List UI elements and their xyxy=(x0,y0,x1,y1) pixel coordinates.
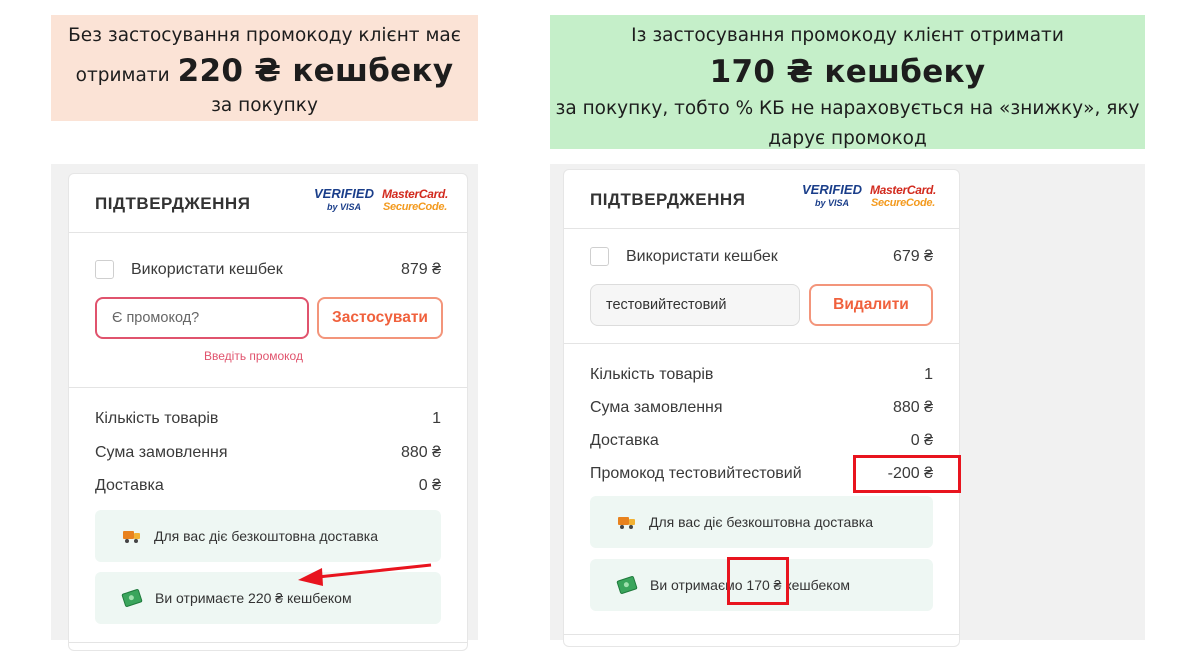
promo-code-value: тестовийтестовий xyxy=(606,297,727,313)
banner-right-amount: 170 ₴ кешбеку xyxy=(709,54,986,90)
summary-value: 1 xyxy=(924,366,933,383)
cashback-notice-text: Ви отримаєте 220 ₴ кешбеком xyxy=(155,590,352,606)
promo-error-message: Введіть промокод xyxy=(204,349,303,363)
banner-left-line3: за покупку xyxy=(211,95,318,116)
banner-right-line4: дарує промокод xyxy=(768,128,927,149)
summary-value: 0 ₴ xyxy=(418,477,441,494)
truck-icon xyxy=(123,529,140,543)
banner-right-line1: Із застосування промокоду клієнт отримат… xyxy=(631,25,1064,46)
use-cashback-checkbox[interactable] xyxy=(590,247,609,266)
free-delivery-text: Для вас діє безкоштовна доставка xyxy=(649,514,873,530)
delete-promo-button[interactable]: Видалити xyxy=(809,284,933,326)
verified-by-visa-logo: VERIFIED by VISA xyxy=(802,182,862,208)
summary-label: Кількість товарів xyxy=(590,366,714,383)
divider xyxy=(564,634,959,635)
card-header: ПІДТВЕРДЖЕННЯ VERIFIED by VISA MasterCar… xyxy=(69,174,467,233)
use-cashback-row: Використати кешбек 879 ₴ xyxy=(95,260,441,279)
use-cashback-label: Використати кешбек xyxy=(131,260,283,278)
truck-icon xyxy=(618,515,635,529)
cashback-balance: 679 ₴ xyxy=(892,247,933,265)
summary-label: Доставка xyxy=(95,477,164,494)
card-title: ПІДТВЕРДЖЕННЯ xyxy=(95,194,251,213)
checkout-screenshot-right: ПІДТВЕРДЖЕННЯ VERIFIED by VISA MasterCar… xyxy=(550,164,1145,647)
summary-row-items: Кількість товарів 1 xyxy=(590,366,933,384)
banner-left-pre-amount: отримати xyxy=(75,65,170,86)
checkout-screenshot-left: ПІДТВЕРДЖЕННЯ VERIFIED by VISA MasterCar… xyxy=(51,164,478,651)
banner-with-promo: Із застосування промокоду клієнт отримат… xyxy=(550,15,1145,149)
highlight-cashback-amount xyxy=(727,557,789,605)
summary-value: 0 ₴ xyxy=(910,432,933,449)
use-cashback-row: Використати кешбек 679 ₴ xyxy=(590,247,933,266)
cashback-suffix: кешбеком xyxy=(785,577,850,593)
promo-code-placeholder: Є промокод? xyxy=(112,310,200,326)
apply-promo-button[interactable]: Застосувати xyxy=(317,297,443,339)
summary-label: Промокод тестовийтестовий xyxy=(590,465,802,482)
use-cashback-checkbox[interactable] xyxy=(95,260,114,279)
use-cashback-label: Використати кешбек xyxy=(626,247,778,265)
free-delivery-text: Для вас діє безкоштовна доставка xyxy=(154,528,378,544)
money-icon xyxy=(121,588,143,608)
summary-row-total: Сума замовлення 880 ₴ xyxy=(590,399,933,417)
divider xyxy=(564,343,959,344)
card-header: ПІДТВЕРДЖЕННЯ VERIFIED by VISA MasterCar… xyxy=(564,170,959,229)
summary-value: 880 ₴ xyxy=(892,399,933,416)
summary-label: Сума замовлення xyxy=(95,444,228,461)
mastercard-securecode-logo: MasterCard. SecureCode. xyxy=(381,187,449,214)
summary-value: 1 xyxy=(432,410,441,427)
card-title: ПІДТВЕРДЖЕННЯ xyxy=(590,190,746,209)
free-delivery-notice: Для вас діє безкоштовна доставка xyxy=(590,496,933,548)
summary-row-items: Кількість товарів 1 xyxy=(95,410,441,428)
banner-left-line2: отримати 220 ₴ кешбеку xyxy=(51,51,478,91)
banner-left-amount: 220 ₴ кешбеку xyxy=(177,53,454,89)
highlight-promo-discount xyxy=(853,455,961,493)
verified-by-visa-logo: VERIFIED by VISA xyxy=(314,186,374,212)
banner-without-promo: Без застосування промокоду клієнт має от… xyxy=(51,15,478,121)
cashback-notice: Ви отримаєте 220 ₴ кешбеком xyxy=(95,572,441,624)
summary-row-delivery: Доставка 0 ₴ xyxy=(95,477,441,495)
summary-label: Сума замовлення xyxy=(590,399,723,416)
summary-row-delivery: Доставка 0 ₴ xyxy=(590,432,933,450)
summary-value: 880 ₴ xyxy=(400,444,441,461)
summary-row-total: Сума замовлення 880 ₴ xyxy=(95,444,441,462)
summary-label: Кількість товарів xyxy=(95,410,219,427)
banner-left-line1: Без застосування промокоду клієнт має xyxy=(68,25,461,46)
free-delivery-notice: Для вас діє безкоштовна доставка xyxy=(95,510,441,562)
summary-label: Доставка xyxy=(590,432,659,449)
promo-code-input[interactable]: Є промокод? xyxy=(95,297,309,339)
confirmation-card: ПІДТВЕРДЖЕННЯ VERIFIED by VISA MasterCar… xyxy=(68,173,468,651)
cashback-balance: 879 ₴ xyxy=(400,260,441,278)
divider xyxy=(69,387,467,388)
banner-right-line3: за покупку, тобто % КБ не нараховується … xyxy=(555,98,1140,119)
money-icon xyxy=(616,575,638,595)
promo-code-input[interactable]: тестовийтестовий xyxy=(590,284,800,326)
divider xyxy=(69,642,467,643)
mastercard-securecode-logo: MasterCard. SecureCode. xyxy=(869,183,937,210)
